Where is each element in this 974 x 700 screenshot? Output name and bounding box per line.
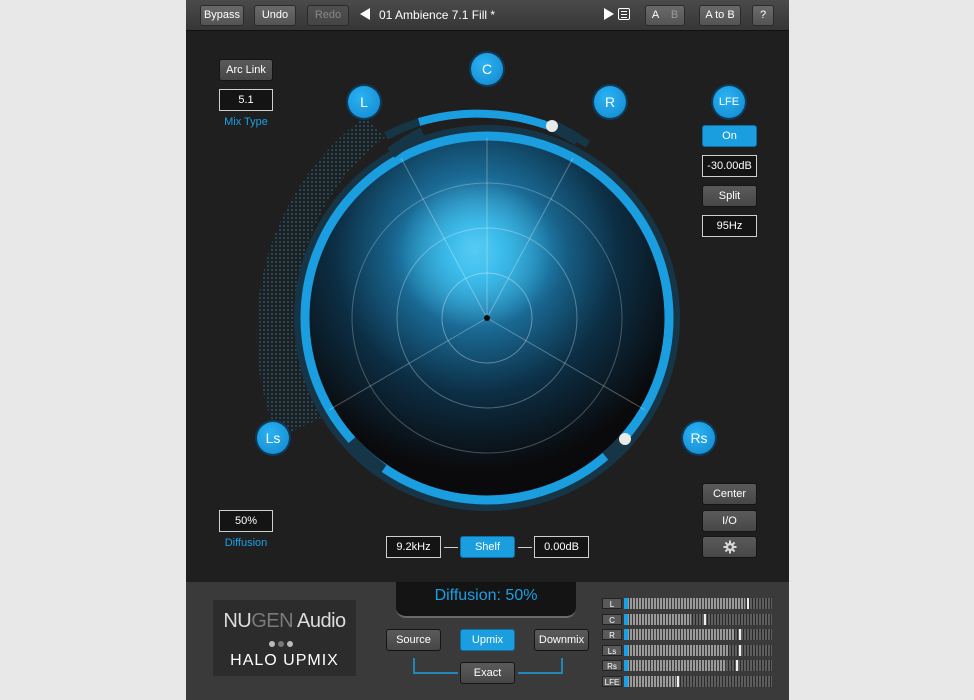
meter-peak [747,598,749,609]
meter-label: C [602,613,622,625]
gear-icon [723,540,736,554]
meter-level [624,675,676,687]
shelf-connector-right [518,547,532,548]
speaker-l-node[interactable]: L [348,86,380,118]
arc-link-button[interactable]: Arc Link [219,59,273,81]
diffusion-value[interactable]: 50% [219,510,273,532]
meter-peak [736,660,738,671]
shelf-frequency-value[interactable]: 9.2kHz [386,536,441,558]
shelf-gain-value[interactable]: 0.00dB [534,536,589,558]
downmix-button[interactable]: Downmix [534,629,589,651]
logo-dots-icon [269,641,299,647]
speaker-rs-node[interactable]: Rs [683,422,715,454]
meter-base [624,660,628,671]
diffusion-readout: Diffusion: 50% [396,582,576,618]
shelf-button[interactable]: Shelf [460,536,515,558]
speaker-ls-node[interactable]: Ls [257,422,289,454]
meter-base [624,613,628,625]
front-arc-handle [546,120,558,132]
exact-button[interactable]: Exact [460,662,515,684]
meter-label: L [602,598,622,609]
meter-level [624,598,745,609]
meter-level [624,644,728,656]
io-button[interactable]: I/O [702,510,757,532]
upmix-button[interactable]: Upmix [460,629,515,651]
ring-handle [619,433,631,445]
lfe-frequency-value[interactable]: 95Hz [702,215,757,237]
brand-logo: NUGEN Audio [223,610,346,632]
meter-base [624,675,628,687]
speaker-c-node[interactable]: C [471,53,503,85]
meter-level [624,629,734,640]
lfe-gain-value[interactable]: -30.00dB [702,155,757,177]
meter-track [624,675,772,687]
mix-type-label: Mix Type [224,116,268,128]
lfe-split-button[interactable]: Split [702,185,757,207]
meter-label: R [602,629,622,640]
center-button[interactable]: Center [702,483,757,505]
speaker-r-node[interactable]: R [594,86,626,118]
meter-track [624,644,772,656]
shelf-connector-left [444,547,458,548]
meter-track [624,629,772,640]
source-button[interactable]: Source [386,629,441,651]
meter-label: Ls [602,644,622,656]
product-name: HALO UPMIX [230,652,339,669]
meter-peak [704,613,706,625]
meter-peak [739,644,741,656]
spatial-display [256,109,680,511]
meter-level [624,613,691,625]
lfe-on-button[interactable]: On [702,125,757,147]
meter-label: LFE [602,675,622,687]
meter-base [624,629,628,640]
plugin-window: Bypass Undo Redo 01 Ambience 7.1 Fill * … [186,0,789,700]
meter-track [624,613,772,625]
logo-panel: NUGEN Audio HALO UPMIX [213,600,356,676]
meter-peak [677,675,679,687]
meter-peak [739,629,741,640]
meter-level [624,660,726,671]
meter-label: Rs [602,660,622,671]
speaker-lfe-node[interactable]: LFE [713,86,745,118]
meter-track [624,598,772,609]
diffusion-label: Diffusion [224,537,268,549]
meter-base [624,644,628,656]
meter-track [624,660,772,671]
settings-button[interactable] [702,536,757,558]
mix-type-value[interactable]: 5.1 [219,89,273,111]
meter-base [624,598,628,609]
